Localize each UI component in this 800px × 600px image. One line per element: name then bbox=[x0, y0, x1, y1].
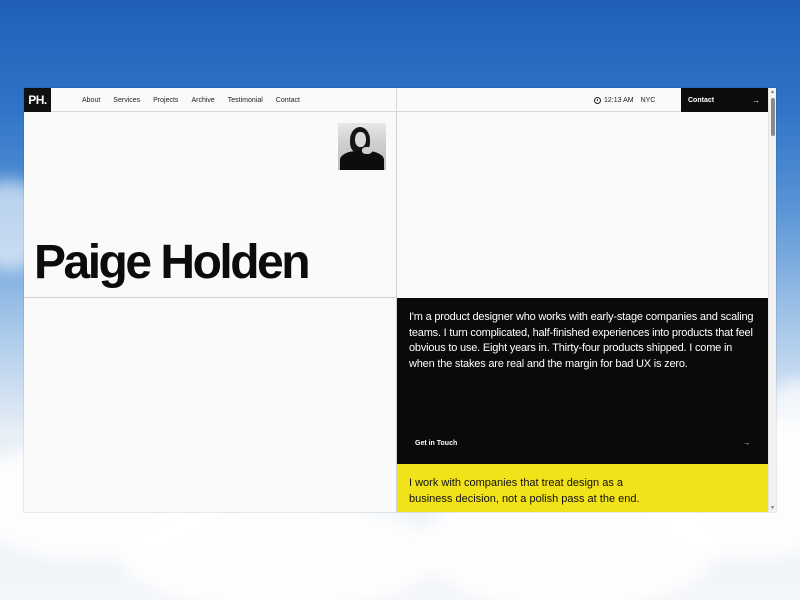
nav-services[interactable]: Services bbox=[113, 97, 140, 104]
page-title: Paige Holden bbox=[34, 236, 311, 289]
browser-window: PH. About Services Projects Archive Test… bbox=[24, 88, 776, 512]
divider bbox=[396, 88, 397, 112]
empty-panel-top-right bbox=[397, 112, 768, 298]
nav-about[interactable]: About bbox=[82, 97, 100, 104]
nav-projects[interactable]: Projects bbox=[153, 97, 178, 104]
nav-archive[interactable]: Archive bbox=[191, 97, 214, 104]
get-in-touch-link[interactable]: Get in Touch → bbox=[415, 440, 750, 447]
contact-button[interactable]: Contact → bbox=[681, 88, 768, 112]
profile-photo bbox=[338, 123, 386, 170]
local-time: 12:13 AM NYC bbox=[594, 88, 655, 112]
get-in-touch-label: Get in Touch bbox=[415, 440, 458, 447]
scroll-up-icon[interactable]: ▲ bbox=[770, 89, 775, 95]
statement-section: I work with companies that treat design … bbox=[397, 464, 768, 512]
city-text: NYC bbox=[640, 96, 656, 104]
clock-icon bbox=[594, 96, 601, 104]
empty-panel-bottom-left bbox=[24, 299, 396, 512]
arrow-right-icon: → bbox=[752, 95, 760, 105]
scroll-thumb[interactable] bbox=[771, 98, 775, 136]
hero-panel: Paige Holden bbox=[24, 112, 396, 298]
bio-text: I'm a product designer who works with ea… bbox=[409, 311, 754, 370]
main-nav: About Services Projects Archive Testimon… bbox=[82, 88, 300, 112]
bio-section: I'm a product designer who works with ea… bbox=[397, 298, 768, 464]
contact-button-label: Contact bbox=[688, 96, 715, 104]
scroll-down-icon[interactable]: ▼ bbox=[770, 505, 775, 511]
arrow-right-icon: → bbox=[743, 440, 750, 447]
nav-contact[interactable]: Contact bbox=[276, 97, 300, 104]
top-navigation-bar: PH. About Services Projects Archive Test… bbox=[24, 88, 768, 112]
nav-testimonial[interactable]: Testimonial bbox=[228, 97, 263, 104]
site-logo[interactable]: PH. bbox=[24, 88, 51, 112]
scrollbar[interactable]: ▲ ▼ bbox=[768, 88, 776, 512]
statement-text: I work with companies that treat design … bbox=[409, 477, 640, 505]
time-text: 12:13 AM bbox=[604, 96, 634, 104]
